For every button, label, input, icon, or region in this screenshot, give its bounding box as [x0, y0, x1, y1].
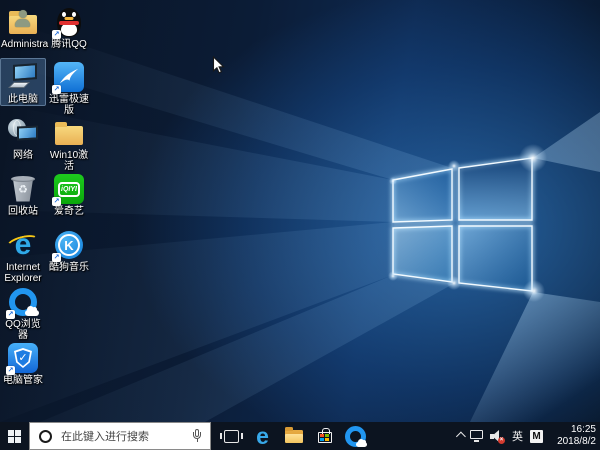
tray-chevron-up-icon[interactable] [455, 431, 466, 441]
icon-label: 电脑管家 [3, 375, 43, 386]
volume-muted-icon[interactable]: × [490, 430, 505, 444]
system-tray: × 英 M 16:25 2018/8/2 [455, 422, 600, 450]
taskbar-search-box[interactable]: 在此键入进行搜索 [29, 422, 211, 450]
check-icon: ✓ [18, 351, 28, 364]
icon-label: QQ浏览器 [5, 319, 41, 341]
iqiyi-icon: iQIYI ↗ [52, 173, 85, 206]
desktop-icon-administrator-folder[interactable]: Administra [1, 4, 49, 50]
desktop-icon-win10-activation-folder[interactable]: Win10激活 [47, 115, 91, 172]
icon-label: Internet Explorer [4, 262, 42, 284]
ime-language-indicator[interactable]: 英 [512, 428, 523, 444]
edge-button[interactable]: e [247, 422, 278, 450]
shortcut-arrow-icon: ↗ [6, 366, 15, 375]
desktop-icon-qq-browser[interactable]: ↗ QQ浏览器 [1, 284, 45, 341]
store-bag-icon [317, 428, 332, 443]
icon-label: 此电脑 [8, 94, 38, 105]
cortana-icon [39, 429, 52, 443]
shortcut-arrow-icon: ↗ [6, 310, 15, 319]
recycle-symbol-icon: ♻ [18, 182, 28, 196]
desktop-icon-recycle-bin[interactable]: ♻ 回收站 [1, 171, 45, 217]
this-pc-icon [7, 61, 39, 93]
microphone-icon[interactable] [192, 429, 202, 445]
desktop-icon-iqiyi[interactable]: iQIYI ↗ 爱奇艺 [47, 171, 91, 217]
file-explorer-icon [284, 426, 303, 443]
shortcut-arrow-icon: ↗ [52, 253, 61, 262]
task-view-icon [220, 429, 243, 443]
desktop-icon-tencent-qq[interactable]: ↗ 腾讯QQ [47, 4, 91, 50]
icon-label: Win10激活 [49, 150, 89, 172]
clock-time: 16:25 [570, 424, 596, 435]
user-folder-icon [7, 6, 39, 38]
icon-label: 酷狗音乐 [49, 262, 89, 273]
qq-penguin-icon: ↗ [52, 6, 85, 39]
desktop-icon-xunlei[interactable]: ↗ 迅雷极速版 [47, 59, 91, 116]
qq-browser-icon [345, 425, 367, 447]
microsoft-store-button[interactable] [309, 422, 340, 450]
ime-mode-icon[interactable]: M [530, 429, 543, 443]
shortcut-arrow-icon: ↗ [52, 85, 61, 94]
icon-label: 回收站 [8, 206, 38, 217]
pc-manager-shield-icon: ✓ ↗ [6, 342, 39, 375]
icon-label: 腾讯QQ [51, 39, 87, 50]
task-view-button[interactable] [216, 422, 247, 450]
windows-logo-icon [8, 429, 21, 443]
desktop-icon-internet-explorer[interactable]: e Internet Explorer [1, 227, 45, 285]
icon-label: Administra [1, 39, 49, 50]
icon-label: 迅雷极速版 [49, 94, 89, 116]
desktop-icon-pc-manager[interactable]: ✓ ↗ 电脑管家 [1, 340, 45, 386]
search-placeholder: 在此键入进行搜索 [61, 431, 149, 443]
recycle-bin-icon: ♻ [7, 173, 39, 205]
desktop-icon-kugou-music[interactable]: K ↗ 酷狗音乐 [47, 227, 91, 273]
start-button[interactable] [0, 422, 29, 450]
desktop-icon-network[interactable]: 网络 [1, 115, 45, 161]
mute-badge: × [498, 436, 505, 444]
icon-label: 爱奇艺 [54, 206, 84, 217]
taskbar-clock[interactable]: 16:25 2018/8/2 [550, 424, 596, 448]
shortcut-arrow-icon: ↗ [52, 30, 61, 39]
thunder-bird-icon: ↗ [52, 61, 85, 94]
kugou-icon: K ↗ [52, 229, 85, 262]
folder-icon [53, 117, 85, 149]
internet-explorer-icon: e [4, 229, 42, 261]
file-explorer-button[interactable] [278, 422, 309, 450]
network-status-icon[interactable] [470, 430, 483, 442]
icon-label: 网络 [13, 150, 33, 161]
shortcut-arrow-icon: ↗ [52, 197, 61, 206]
clock-date: 2018/8/2 [557, 436, 596, 447]
qq-browser-taskbar-button[interactable] [340, 422, 371, 450]
edge-icon: e [256, 422, 269, 449]
taskbar-app-buttons: e [216, 422, 371, 450]
desktop-icon-this-pc[interactable]: 此电脑 [0, 58, 46, 106]
taskbar: 在此键入进行搜索 e × 英 M 16:25 2018/8/2 [0, 422, 600, 450]
qq-browser-icon: ↗ [6, 286, 39, 319]
network-icon [7, 117, 39, 149]
